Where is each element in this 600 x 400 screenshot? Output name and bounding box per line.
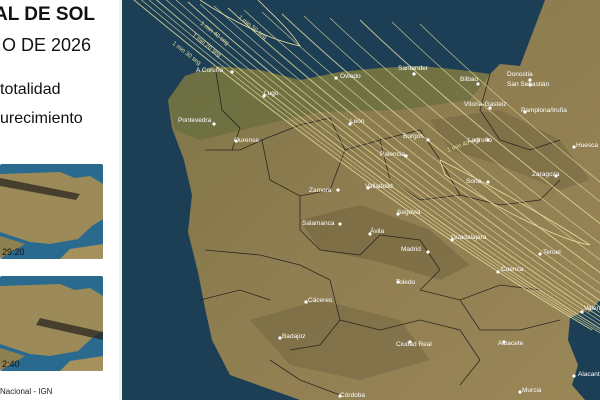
map-canvas: 1 min 50 seg1 min 40 seg1 min 20 seg1 mi…	[122, 0, 600, 400]
city-label: Valladolid	[365, 183, 393, 190]
city-label: Santander	[398, 65, 429, 72]
city-label: Ávila	[370, 226, 384, 235]
city-label: Salamanca	[302, 220, 335, 227]
thumbnail-time-2: 2:40	[2, 359, 20, 369]
city-label: Pamplona/Iruña	[521, 107, 567, 114]
city-label: Cuenca	[501, 266, 524, 273]
city-marker[interactable]	[496, 270, 500, 274]
city-label: Teruel	[543, 249, 561, 256]
city-label: Pontevedra	[178, 117, 212, 124]
legend-darkening: urecimiento	[0, 110, 83, 127]
thumbnail-map-1-image	[0, 164, 103, 259]
thumbnail-time-1: 29:20	[2, 247, 25, 257]
city-label: Palencia	[380, 151, 405, 158]
city-label: Badajoz	[282, 333, 306, 340]
city-label: Alacant	[578, 371, 600, 378]
city-marker[interactable]	[412, 72, 416, 76]
city-label: Ciudad Real	[396, 341, 432, 348]
side-panel: AL DE SOL O DE 2026 totalidad urecimient…	[0, 0, 119, 400]
city-marker[interactable]	[426, 138, 430, 142]
thumbnail-map-2[interactable]: 2:40	[0, 276, 103, 371]
city-label: A Coruña	[196, 67, 223, 74]
city-marker[interactable]	[486, 180, 490, 184]
city-marker[interactable]	[336, 188, 340, 192]
city-label: Logroño	[468, 137, 492, 144]
panel-date: O DE 2026	[2, 35, 92, 55]
city-marker[interactable]	[538, 252, 542, 256]
city-label: Toledo	[396, 279, 416, 286]
city-label: Lugo	[264, 90, 279, 97]
eclipse-map[interactable]: 1 min 50 seg 1 min 40 seg 1 min 20 seg 1 mi…	[122, 0, 600, 400]
thumbnail-map-1[interactable]: 29:20	[0, 164, 103, 259]
city-label: San Sebastián	[507, 81, 550, 88]
city-marker[interactable]	[230, 70, 234, 74]
city-label: Segovia	[397, 209, 421, 216]
city-label: Oviedo	[340, 73, 361, 80]
city-label: Guadalajara	[451, 234, 487, 241]
city-marker[interactable]	[572, 374, 576, 378]
city-label: Cáceres	[308, 297, 333, 304]
city-label: Ourense	[234, 137, 259, 144]
city-marker[interactable]	[212, 122, 216, 126]
map-credit: Nacional - IGN	[0, 387, 53, 396]
city-label: Burgos	[403, 133, 424, 140]
city-label: Zaragoza	[532, 171, 560, 178]
city-marker[interactable]	[426, 250, 430, 254]
city-label: Córdoba	[340, 392, 365, 399]
city-label: Soria	[466, 178, 482, 185]
city-marker[interactable]	[338, 222, 342, 226]
city-label: Bilbao	[460, 76, 478, 83]
city-label: Zamora	[309, 187, 332, 194]
city-label: Madrid	[401, 246, 421, 253]
thumbnail-map-2-image	[0, 276, 103, 371]
city-marker[interactable]	[334, 76, 338, 80]
city-label: León	[350, 118, 365, 125]
panel-title: AL DE SOL	[0, 4, 95, 25]
legend-totality: totalidad	[0, 81, 61, 98]
city-label: Valencia	[584, 305, 600, 312]
city-label: Vitoria-Gasteiz	[464, 101, 507, 108]
city-label: Albacete	[498, 340, 524, 347]
city-label: Donostia	[507, 71, 533, 78]
city-label: Huesca	[576, 142, 598, 149]
city-label: Murcia	[522, 387, 542, 394]
